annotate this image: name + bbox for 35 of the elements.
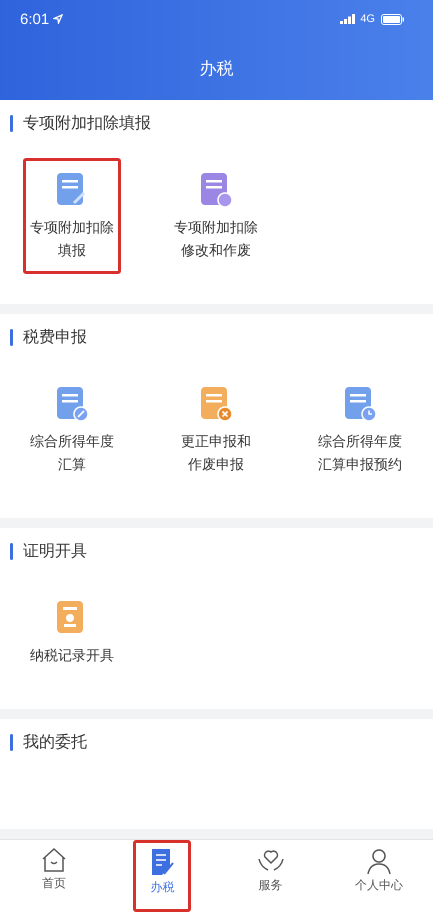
service-tile[interactable]: 纳税记录开具 xyxy=(23,586,121,679)
document-clock-icon xyxy=(343,385,377,423)
document-pencil-icon xyxy=(55,385,89,423)
signal-icon xyxy=(340,14,356,24)
person-icon xyxy=(364,847,393,875)
page-title: 办税 xyxy=(198,58,234,80)
section-title: 证明开具 xyxy=(23,540,87,562)
tile-label: 综合所得年度 汇算 xyxy=(30,433,114,475)
tab-bar-item[interactable]: 办税 xyxy=(133,840,192,912)
battery-icon xyxy=(381,14,405,24)
tab-bar-item[interactable]: 个人中心 xyxy=(340,840,418,912)
house-icon xyxy=(40,847,68,873)
document-cross-icon xyxy=(199,385,233,423)
tile-label: 专项附加扣除 修改和作废 xyxy=(174,219,258,261)
section-marker xyxy=(10,114,13,132)
status-time: 6:01 xyxy=(20,10,50,28)
section-marker xyxy=(10,734,13,750)
service-tile[interactable]: 专项附加扣除 修改和作废 xyxy=(167,158,265,274)
service-tile[interactable]: 综合所得年度 汇算申报预约 xyxy=(311,372,409,488)
service-tile[interactable]: 专项附加扣除 填报 xyxy=(23,158,121,274)
tab-bar-item[interactable]: 首页 xyxy=(25,840,84,912)
service-tile[interactable]: 综合所得年度 汇算 xyxy=(23,372,121,488)
section-title: 专项附加扣除填报 xyxy=(23,112,151,134)
tile-label: 专项附加扣除 填报 xyxy=(30,219,114,261)
section-title: 我的委托 xyxy=(23,732,87,752)
section-title: 税费申报 xyxy=(23,326,87,348)
location-arrow-icon xyxy=(53,14,64,24)
section-marker xyxy=(10,542,13,560)
tile-label: 综合所得年度 汇算申报预约 xyxy=(318,433,402,475)
service-tile[interactable]: 更正申报和 作废申报 xyxy=(174,372,258,488)
tile-label: 纳税记录开具 xyxy=(30,647,114,666)
network-label: 4G xyxy=(360,13,375,25)
tile-label: 更正申报和 作废申报 xyxy=(181,433,251,475)
section-marker xyxy=(10,328,13,346)
tab-bar-item[interactable]: 服务 xyxy=(240,840,301,912)
